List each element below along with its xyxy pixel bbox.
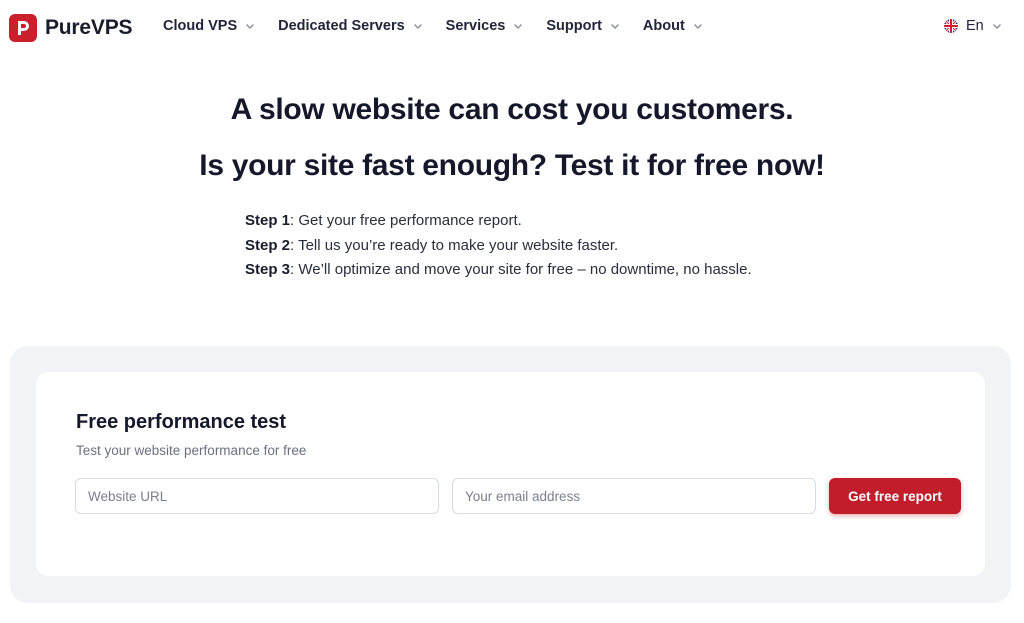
nav-support[interactable]: Support	[546, 18, 620, 34]
brand-name: PureVPS	[45, 16, 133, 39]
logo-icon	[9, 14, 37, 42]
uk-flag-icon	[944, 19, 958, 33]
brand-logo[interactable]: PureVPS	[9, 14, 133, 42]
top-navigation: PureVPS Cloud VPS Dedicated Servers Serv…	[0, 0, 1024, 57]
step-item: Step 2: Tell us you’re ready to make you…	[245, 234, 752, 259]
step-text: : Get your free performance report.	[290, 212, 522, 229]
form-title: Free performance test	[76, 411, 287, 433]
chevron-down-icon	[413, 24, 422, 29]
hero-headline: A slow website can cost you customers.	[230, 93, 794, 126]
get-free-report-button[interactable]: Get free report	[829, 478, 961, 514]
nav-label: Services	[445, 18, 506, 34]
step-label: Step 2	[245, 236, 291, 254]
chevron-down-icon	[992, 24, 1001, 29]
step-label: Step 1	[245, 212, 291, 229]
nav-about[interactable]: About	[643, 18, 703, 34]
website-url-input[interactable]	[75, 478, 439, 514]
chevron-down-icon	[610, 24, 619, 29]
nav-label: Support	[546, 18, 602, 34]
nav-dedicated-servers[interactable]: Dedicated Servers	[278, 18, 423, 34]
step-item: Step 3: We’ll optimize and move your sit…	[245, 258, 752, 283]
hero-subheadline: Is your site fast enough? Test it for fr…	[199, 149, 825, 182]
chevron-down-icon	[514, 24, 523, 29]
step-text: : We’ll optimize and move your site for …	[290, 261, 752, 278]
nav-label: Cloud VPS	[163, 18, 238, 34]
chevron-down-icon	[693, 24, 702, 29]
step-text: : Tell us you’re ready to make your webs…	[290, 236, 619, 254]
nav-services[interactable]: Services	[446, 18, 524, 34]
step-label: Step 3	[245, 261, 291, 278]
language-label: En	[966, 18, 984, 34]
nav-label: Dedicated Servers	[278, 18, 405, 34]
nav-label: About	[642, 18, 685, 34]
language-selector[interactable]: En	[944, 18, 1002, 34]
email-input[interactable]	[452, 478, 816, 514]
main-menu: Cloud VPS Dedicated Servers Services Sup…	[163, 18, 726, 34]
chevron-down-icon	[246, 24, 255, 29]
form-subtitle: Test your website performance for free	[76, 443, 307, 458]
steps-list: Step 1: Get your free performance report…	[245, 209, 752, 283]
nav-cloud-vps[interactable]: Cloud VPS	[163, 18, 255, 34]
performance-test-card	[36, 372, 985, 576]
step-item: Step 1: Get your free performance report…	[245, 209, 752, 234]
